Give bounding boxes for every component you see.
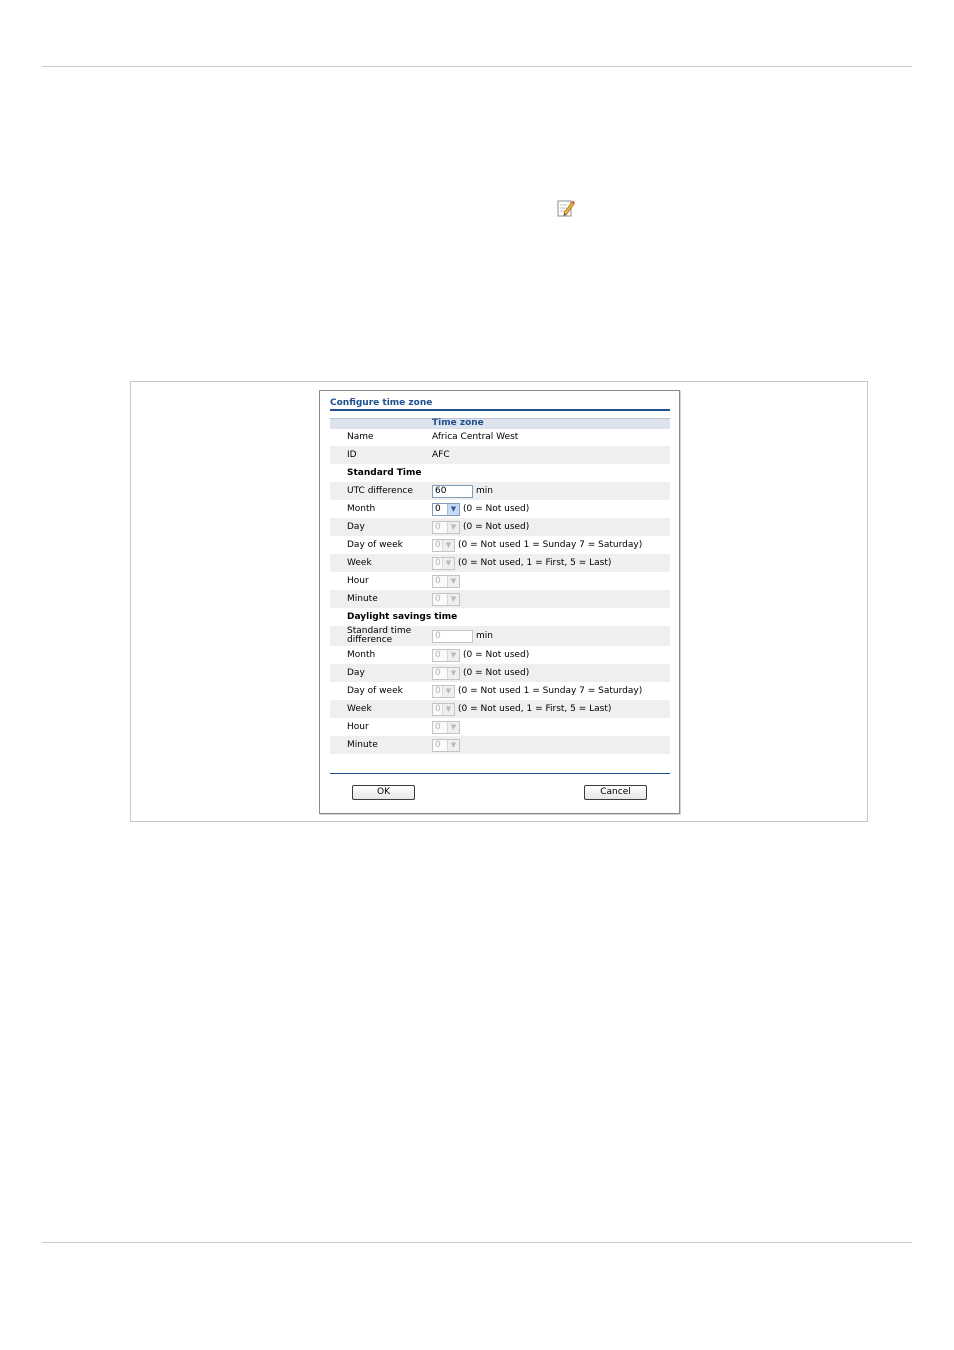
id-row: ID AFC xyxy=(330,446,670,464)
std-hour-row: Hour 0 ▼ xyxy=(330,572,670,590)
std-week-label: Week xyxy=(347,557,372,568)
std-month-row: Month 0 ▼ (0 = Not used) xyxy=(330,500,670,518)
dst-month-select[interactable]: 0 ▼ xyxy=(432,648,460,662)
utc-difference-row: UTC difference 60 min xyxy=(330,482,670,500)
name-label: Name xyxy=(347,431,374,442)
daylight-heading-row: Daylight savings time xyxy=(330,608,670,626)
ok-button[interactable]: OK xyxy=(352,785,415,800)
chevron-down-icon: ▼ xyxy=(442,539,454,551)
footer-divider xyxy=(330,773,670,774)
dst-difference-label-line2: difference xyxy=(347,635,393,645)
dst-day-of-week-row: Day of week 0 ▼ (0 = Not used 1 = Sunday… xyxy=(330,682,670,700)
name-row: Name Africa Central West xyxy=(330,428,670,446)
utc-difference-input[interactable]: 60 xyxy=(432,484,473,498)
std-hour-value: 0 xyxy=(435,575,441,586)
pencil-edit-icon[interactable] xyxy=(556,198,576,218)
std-day-note: (0 = Not used) xyxy=(463,522,530,532)
dst-difference-input[interactable]: 0 xyxy=(432,629,473,643)
dst-day-row: Day 0 ▼ (0 = Not used) xyxy=(330,664,670,682)
std-minute-select[interactable]: 0 ▼ xyxy=(432,592,460,606)
dst-difference-row: Standard time difference 0 min xyxy=(330,626,670,646)
dst-day-of-week-select[interactable]: 0 ▼ xyxy=(432,684,455,698)
page-footer-rule xyxy=(42,1242,912,1243)
std-day-of-week-label: Day of week xyxy=(347,539,403,550)
chevron-down-icon: ▼ xyxy=(447,575,459,587)
dst-day-value: 0 xyxy=(435,667,441,678)
dialog-title: Configure time zone xyxy=(330,398,433,408)
dst-day-note: (0 = Not used) xyxy=(463,668,530,678)
dst-unit: min xyxy=(476,631,493,641)
chevron-down-icon: ▼ xyxy=(447,739,459,751)
dst-hour-select[interactable]: 0 ▼ xyxy=(432,720,460,734)
chevron-down-icon: ▼ xyxy=(447,649,459,661)
name-value: Africa Central West xyxy=(432,432,519,442)
dst-day-of-week-label: Day of week xyxy=(347,685,403,696)
dst-day-of-week-note: (0 = Not used 1 = Sunday 7 = Saturday) xyxy=(458,686,643,696)
dst-difference-label: Standard time difference xyxy=(347,627,411,645)
std-month-label: Month xyxy=(347,503,376,514)
std-day-of-week-value: 0 xyxy=(435,539,441,550)
std-day-of-week-select[interactable]: 0 ▼ xyxy=(432,538,455,552)
page-header-rule xyxy=(42,66,912,67)
dst-month-label: Month xyxy=(347,649,376,660)
dst-minute-row: Minute 0 ▼ xyxy=(330,736,670,754)
std-month-select[interactable]: 0 ▼ xyxy=(432,502,460,516)
dst-week-select[interactable]: 0 ▼ xyxy=(432,702,455,716)
id-label: ID xyxy=(347,449,357,460)
std-week-row: Week 0 ▼ (0 = Not used, 1 = First, 5 = L… xyxy=(330,554,670,572)
dst-week-note: (0 = Not used, 1 = First, 5 = Last) xyxy=(458,704,612,714)
form-rows: Name Africa Central West ID AFC Standard… xyxy=(330,428,670,754)
dst-month-value: 0 xyxy=(435,649,441,660)
utc-unit: min xyxy=(476,486,493,496)
std-week-note: (0 = Not used, 1 = First, 5 = Last) xyxy=(458,558,612,568)
dst-minute-value: 0 xyxy=(435,739,441,750)
utc-difference-label: UTC difference xyxy=(347,485,413,496)
dst-hour-label: Hour xyxy=(347,721,369,732)
dst-hour-value: 0 xyxy=(435,721,441,732)
dst-day-label: Day xyxy=(347,667,365,678)
standard-time-heading: Standard Time xyxy=(347,467,422,478)
id-value: AFC xyxy=(432,450,450,460)
dst-day-select[interactable]: 0 ▼ xyxy=(432,666,460,680)
chevron-down-icon[interactable]: ▼ xyxy=(447,503,459,515)
std-day-of-week-note: (0 = Not used 1 = Sunday 7 = Saturday) xyxy=(458,540,643,550)
std-week-value: 0 xyxy=(435,557,441,568)
dst-week-value: 0 xyxy=(435,703,441,714)
standard-time-heading-row: Standard Time xyxy=(330,464,670,482)
std-week-select[interactable]: 0 ▼ xyxy=(432,556,455,570)
chevron-down-icon: ▼ xyxy=(442,703,454,715)
dst-month-row: Month 0 ▼ (0 = Not used) xyxy=(330,646,670,664)
daylight-savings-heading: Daylight savings time xyxy=(347,611,458,622)
std-day-select[interactable]: 0 ▼ xyxy=(432,520,460,534)
cancel-button[interactable]: Cancel xyxy=(584,785,647,800)
dst-minute-select[interactable]: 0 ▼ xyxy=(432,738,460,752)
dst-week-row: Week 0 ▼ (0 = Not used, 1 = First, 5 = L… xyxy=(330,700,670,718)
dst-month-note: (0 = Not used) xyxy=(463,650,530,660)
dst-week-label: Week xyxy=(347,703,372,714)
std-minute-value: 0 xyxy=(435,593,441,604)
title-divider xyxy=(330,409,670,411)
std-day-row: Day 0 ▼ (0 = Not used) xyxy=(330,518,670,536)
std-minute-label: Minute xyxy=(347,593,378,604)
chevron-down-icon: ▼ xyxy=(442,557,454,569)
chevron-down-icon: ▼ xyxy=(447,521,459,533)
dst-day-of-week-value: 0 xyxy=(435,685,441,696)
std-day-label: Day xyxy=(347,521,365,532)
chevron-down-icon: ▼ xyxy=(447,667,459,679)
std-month-value: 0 xyxy=(435,503,441,514)
configure-time-zone-dialog: Configure time zone Time zone Name Afric… xyxy=(319,390,680,814)
std-day-value: 0 xyxy=(435,521,441,532)
chevron-down-icon: ▼ xyxy=(447,593,459,605)
section-header-label: Time zone xyxy=(432,418,484,428)
std-month-note: (0 = Not used) xyxy=(463,504,530,514)
std-minute-row: Minute 0 ▼ xyxy=(330,590,670,608)
dst-minute-label: Minute xyxy=(347,739,378,750)
dst-hour-row: Hour 0 ▼ xyxy=(330,718,670,736)
chevron-down-icon: ▼ xyxy=(447,721,459,733)
chevron-down-icon: ▼ xyxy=(442,685,454,697)
std-hour-label: Hour xyxy=(347,575,369,586)
std-day-of-week-row: Day of week 0 ▼ (0 = Not used 1 = Sunday… xyxy=(330,536,670,554)
std-hour-select[interactable]: 0 ▼ xyxy=(432,574,460,588)
